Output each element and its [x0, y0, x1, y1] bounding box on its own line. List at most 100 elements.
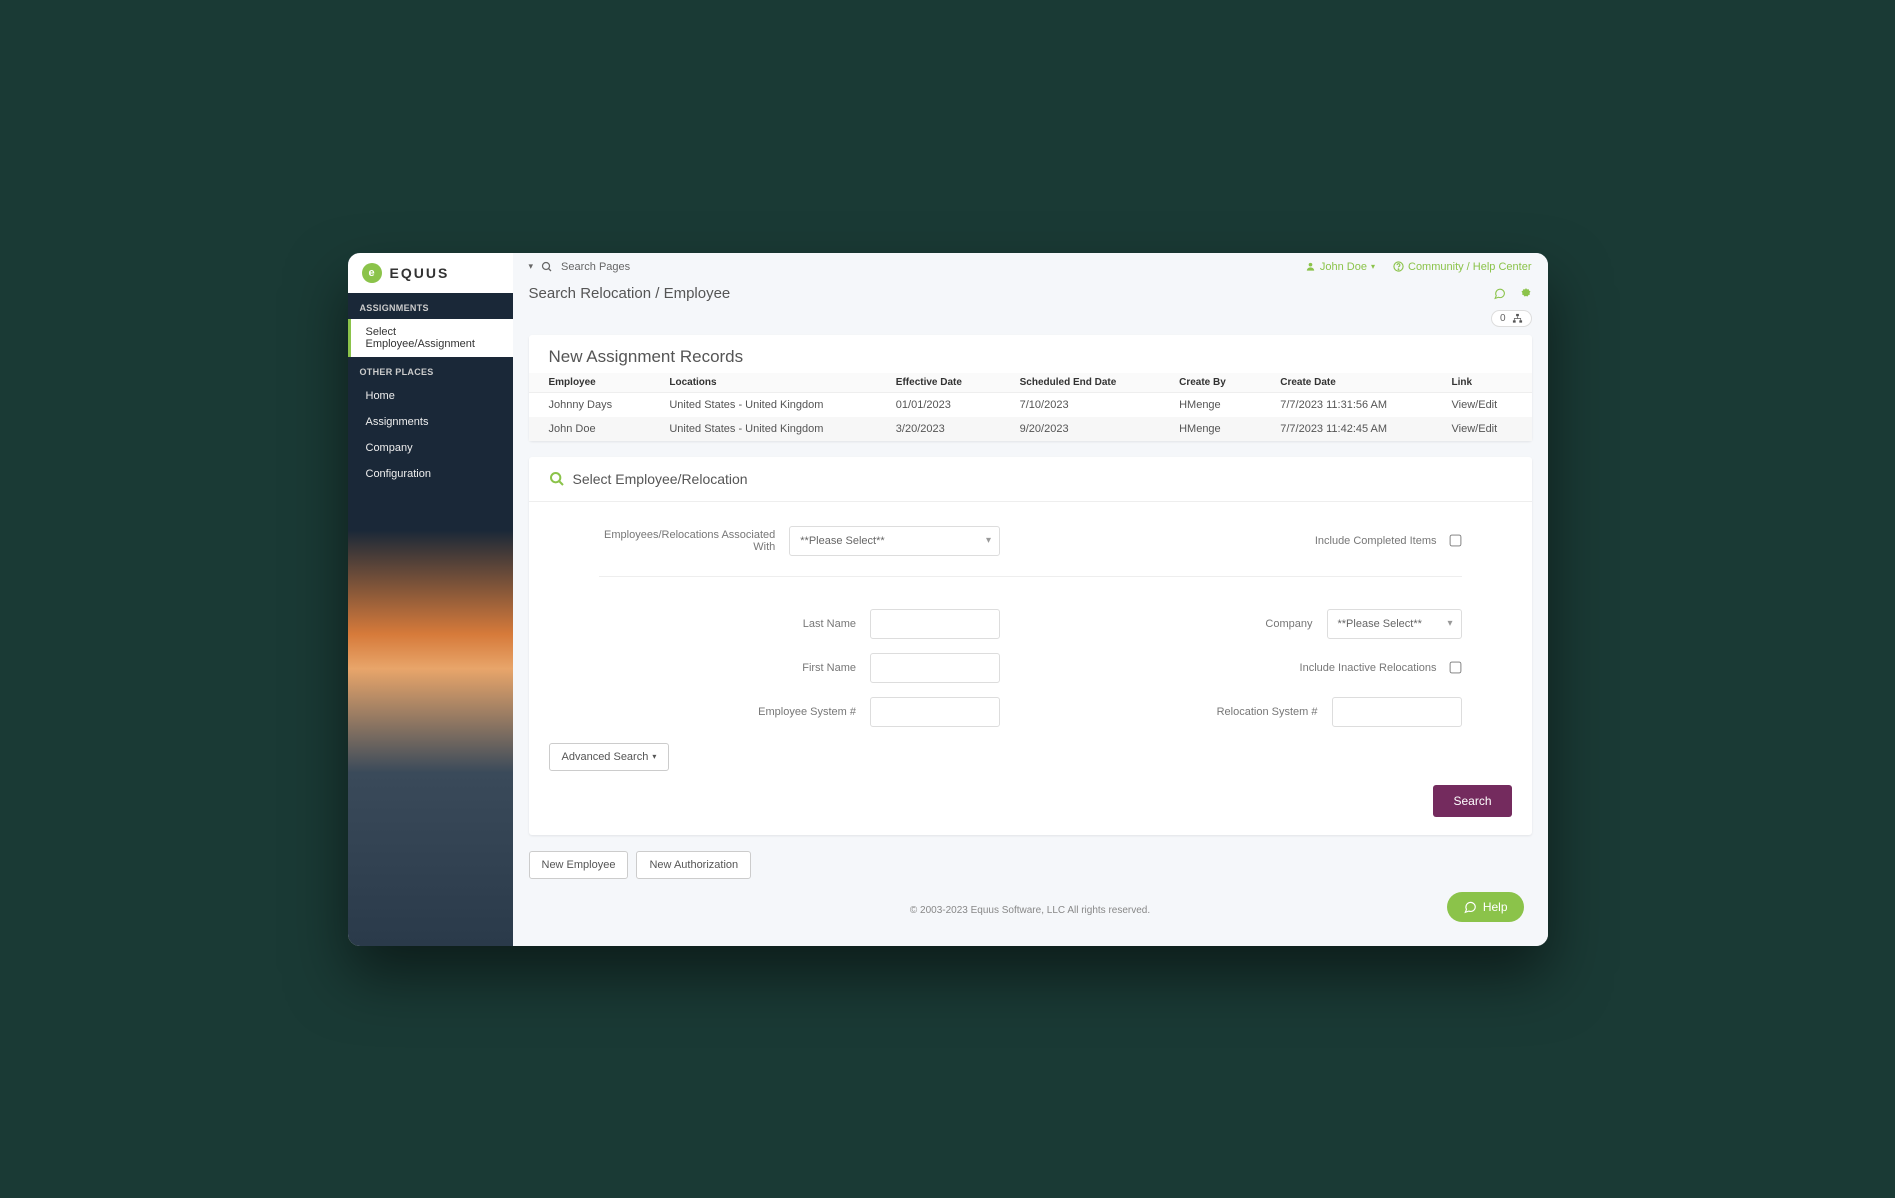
include-inactive-checkbox[interactable] — [1449, 662, 1461, 674]
sidebar-item-assignments[interactable]: Assignments — [348, 409, 513, 435]
badge-count: 0 — [1500, 313, 1506, 324]
col-link[interactable]: Link — [1432, 373, 1532, 393]
sidebar-item-home[interactable]: Home — [348, 383, 513, 409]
sidebar-section-other: OTHER PLACES — [348, 357, 513, 383]
last-name-row: Last Name — [599, 609, 1001, 639]
include-inactive-row: Include Inactive Relocations — [1060, 653, 1462, 683]
form-grid-top: Employees/Relocations Associated With **… — [529, 502, 1532, 568]
last-name-input[interactable] — [870, 609, 1000, 639]
chat-icon — [1463, 900, 1477, 914]
search-panel-title: Select Employee/Relocation — [573, 471, 748, 487]
search-icon — [549, 471, 565, 487]
app-window: e EQUUS ASSIGNMENTS Select Employee/Assi… — [348, 253, 1548, 946]
sidebar-section-assignments: ASSIGNMENTS — [348, 293, 513, 319]
user-menu[interactable]: John Doe ▾ — [1305, 261, 1375, 273]
first-name-input[interactable] — [870, 653, 1000, 683]
logo-text: EQUUS — [390, 265, 450, 281]
company-select[interactable]: **Please Select** — [1327, 609, 1462, 639]
reloc-sys-input[interactable] — [1332, 697, 1462, 727]
assoc-select[interactable]: **Please Select** — [789, 526, 1000, 556]
chat-icon[interactable] — [1493, 287, 1506, 300]
col-employee[interactable]: Employee — [529, 373, 650, 393]
topbar-right: John Doe ▾ Community / Help Center — [1305, 261, 1532, 273]
first-name-label: First Name — [802, 662, 856, 674]
main-content: ▾ Search Pages John Doe ▾ — [513, 253, 1548, 946]
reloc-sys-row: Relocation System # — [1060, 697, 1462, 727]
include-inactive-label: Include Inactive Relocations — [1300, 662, 1437, 674]
cell-effective: 3/20/2023 — [876, 417, 1000, 441]
caret-down-icon: ▾ — [652, 752, 656, 761]
help-fab[interactable]: Help — [1447, 892, 1524, 922]
app-body: e EQUUS ASSIGNMENTS Select Employee/Assi… — [348, 253, 1548, 946]
cell-locations: United States - United Kingdom — [649, 417, 875, 441]
help-center-link[interactable]: Community / Help Center — [1393, 261, 1532, 273]
cell-createby: HMenge — [1159, 392, 1260, 417]
last-name-label: Last Name — [803, 618, 856, 630]
new-employee-button[interactable]: New Employee — [529, 851, 629, 879]
gear-icon[interactable] — [1520, 287, 1532, 299]
search-pages-input[interactable]: Search Pages — [561, 261, 630, 273]
cell-locations: United States - United Kingdom — [649, 392, 875, 417]
include-completed-checkbox[interactable] — [1449, 535, 1461, 547]
records-panel-title: New Assignment Records — [529, 335, 1532, 373]
table-row: John Doe United States - United Kingdom … — [529, 417, 1532, 441]
page-title-row: Search Relocation / Employee — [513, 281, 1548, 310]
col-createdate[interactable]: Create Date — [1260, 373, 1431, 393]
sidebar-item-select-employee[interactable]: Select Employee/Assignment — [348, 319, 513, 357]
cell-createdate: 7/7/2023 11:42:45 AM — [1260, 417, 1431, 441]
page-title: Search Relocation / Employee — [529, 285, 731, 302]
assoc-row: Employees/Relocations Associated With **… — [599, 526, 1001, 556]
table-row: Johnny Days United States - United Kingd… — [529, 392, 1532, 417]
caret-down-icon: ▾ — [1371, 262, 1375, 271]
emp-sys-input[interactable] — [870, 697, 1000, 727]
search-button-row: Search — [529, 785, 1532, 835]
sidebar-item-configuration[interactable]: Configuration — [348, 461, 513, 487]
user-name: John Doe — [1320, 261, 1367, 273]
logo-bar: e EQUUS — [348, 253, 513, 293]
cell-employee: John Doe — [529, 417, 650, 441]
emp-sys-row: Employee System # — [599, 697, 1001, 727]
col-locations[interactable]: Locations — [649, 373, 875, 393]
logo-icon: e — [362, 263, 382, 283]
sitemap-badge[interactable]: 0 — [1491, 310, 1532, 327]
search-panel: Select Employee/Relocation Employees/Rel… — [529, 457, 1532, 835]
company-select-value: **Please Select** — [1338, 618, 1422, 630]
cell-createdate: 7/7/2023 11:31:56 AM — [1260, 392, 1431, 417]
help-link-label: Community / Help Center — [1408, 261, 1532, 273]
cell-employee: Johnny Days — [529, 392, 650, 417]
new-authorization-button[interactable]: New Authorization — [636, 851, 751, 879]
search-button[interactable]: Search — [1433, 785, 1511, 817]
user-icon — [1305, 261, 1316, 272]
view-edit-link[interactable]: View/Edit — [1432, 417, 1532, 441]
topbar-left: ▾ Search Pages — [529, 261, 631, 273]
advanced-search-label: Advanced Search — [562, 751, 649, 763]
question-icon — [1393, 261, 1404, 272]
divider — [599, 576, 1462, 577]
bottom-actions: New Employee New Authorization — [529, 851, 1532, 879]
footer: © 2003-2023 Equus Software, LLC All righ… — [513, 895, 1548, 946]
advanced-search-button[interactable]: Advanced Search ▾ — [549, 743, 670, 771]
search-icon — [541, 261, 553, 273]
cell-effective: 01/01/2023 — [876, 392, 1000, 417]
include-completed-label: Include Completed Items — [1315, 535, 1437, 547]
first-name-row: First Name — [599, 653, 1001, 683]
records-table: Employee Locations Effective Date Schedu… — [529, 373, 1532, 441]
badge-row: 0 — [513, 310, 1548, 335]
cell-end: 7/10/2023 — [1000, 392, 1159, 417]
sidebar-item-company[interactable]: Company — [348, 435, 513, 461]
assoc-select-value: **Please Select** — [800, 535, 884, 547]
cell-createby: HMenge — [1159, 417, 1260, 441]
assoc-label: Employees/Relocations Associated With — [599, 529, 776, 553]
reloc-sys-label: Relocation System # — [1217, 706, 1318, 718]
col-end[interactable]: Scheduled End Date — [1000, 373, 1159, 393]
form-grid-bottom: Last Name Company **Please Select** Firs… — [529, 585, 1532, 739]
view-edit-link[interactable]: View/Edit — [1432, 392, 1532, 417]
search-panel-header: Select Employee/Relocation — [529, 457, 1532, 502]
sitemap-icon — [1512, 313, 1523, 324]
col-createby[interactable]: Create By — [1159, 373, 1260, 393]
col-effective[interactable]: Effective Date — [876, 373, 1000, 393]
caret-down-icon[interactable]: ▾ — [529, 261, 534, 272]
emp-sys-label: Employee System # — [758, 706, 856, 718]
records-panel: New Assignment Records Employee Location… — [529, 335, 1532, 441]
cell-end: 9/20/2023 — [1000, 417, 1159, 441]
